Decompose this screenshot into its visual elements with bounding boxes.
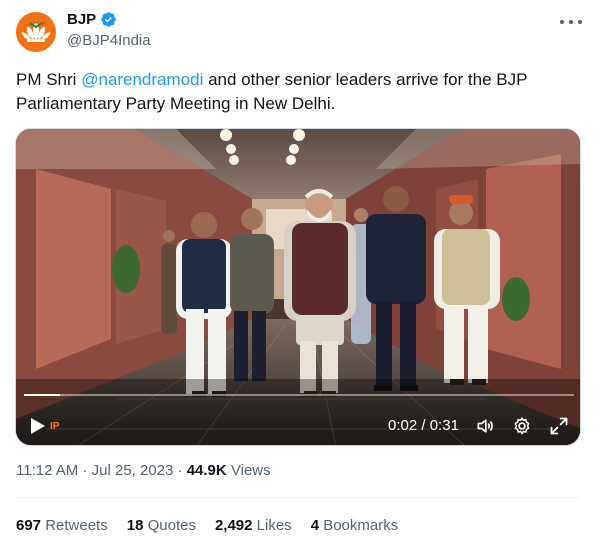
tweet-text: PM Shri @narendramodi and other senior l… xyxy=(16,68,581,116)
quotes-stat[interactable]: 18 Quotes xyxy=(127,517,196,534)
engagement-stats: 697 Retweets 18 Quotes 2,492 Likes 4 Boo… xyxy=(16,517,398,534)
mention-link[interactable]: @narendramodi xyxy=(81,70,203,89)
video-controls: IP 0:02 / 0:31 xyxy=(16,407,580,443)
more-dot xyxy=(569,20,573,24)
tweet-text-start: PM Shri xyxy=(16,70,82,89)
bjp-lotus-avatar-icon xyxy=(16,12,56,52)
video-time-separator: / xyxy=(417,417,430,434)
tweet-date[interactable]: Jul 25, 2023 xyxy=(92,462,174,479)
video-progress-fill xyxy=(24,394,60,396)
play-icon[interactable] xyxy=(30,417,46,435)
meta-separator: · xyxy=(78,462,92,479)
retweets-label: Retweets xyxy=(41,517,108,534)
bookmarks-stat[interactable]: 4 Bookmarks xyxy=(311,517,399,534)
bookmarks-count: 4 xyxy=(310,517,320,534)
author-display-name[interactable]: BJP xyxy=(67,11,96,28)
more-dot xyxy=(578,20,582,24)
meta-separator: · xyxy=(173,462,187,479)
video-time-display: 0:02 / 0:31 xyxy=(388,417,459,434)
video-duration: 0:31 xyxy=(429,417,459,434)
video-progress-bar[interactable] xyxy=(24,394,574,396)
quotes-label: Quotes xyxy=(143,517,196,534)
retweets-stat[interactable]: 697 Retweets xyxy=(16,517,108,534)
volume-icon[interactable] xyxy=(475,416,495,436)
views-label: Views xyxy=(226,462,271,479)
video-frame xyxy=(16,129,580,445)
likes-label: Likes xyxy=(252,517,292,534)
views-count: 44.9K xyxy=(186,462,227,479)
author-name-row[interactable]: BJP xyxy=(67,11,117,28)
settings-gear-icon[interactable] xyxy=(512,416,532,436)
retweets-count: 697 xyxy=(16,517,42,534)
more-dot xyxy=(560,20,564,24)
quotes-count: 18 xyxy=(126,517,144,534)
author-handle[interactable]: @BJP4India xyxy=(67,32,151,49)
divider xyxy=(16,497,580,498)
tweet-time[interactable]: 11:12 AM xyxy=(16,462,78,479)
likes-stat[interactable]: 2,492 Likes xyxy=(215,517,292,534)
likes-count: 2,492 xyxy=(214,517,253,534)
bookmarks-label: Bookmarks xyxy=(319,517,399,534)
author-avatar[interactable] xyxy=(16,12,56,52)
watermark-text: IP xyxy=(50,421,60,432)
verified-badge-icon xyxy=(101,12,116,27)
channel-watermark: IP xyxy=(50,421,59,433)
video-current-time: 0:02 xyxy=(388,417,418,434)
fullscreen-icon[interactable] xyxy=(549,416,569,436)
more-options-icon[interactable] xyxy=(560,12,582,32)
video-player[interactable]: IP 0:02 / 0:31 xyxy=(15,128,581,446)
tweet-meta: 11:12 AM · Jul 25, 2023 · 44.9K Views xyxy=(16,462,271,479)
